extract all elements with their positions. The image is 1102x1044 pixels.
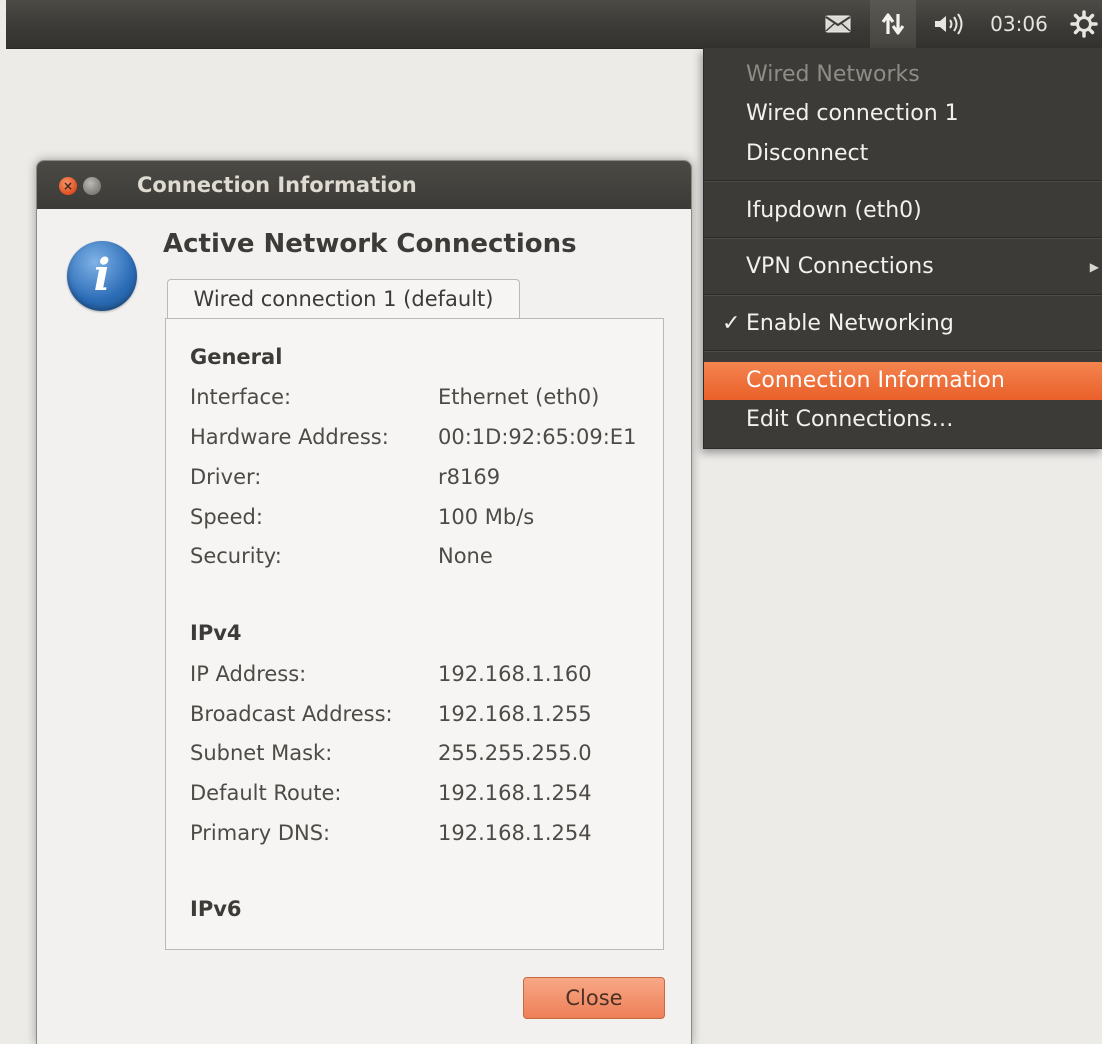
default-route-label: Default Route: (190, 781, 342, 805)
session-indicator[interactable] (1066, 0, 1102, 48)
primary-dns-label: Primary DNS: (190, 821, 331, 845)
subnet-mask-label: Subnet Mask: (190, 741, 333, 765)
network-menu: Wired Networks Wired connection 1 Discon… (703, 48, 1102, 449)
hardware-address-value: 00:1D:92:65:09:E1 (438, 425, 637, 449)
hardware-address-label: Hardware Address: (190, 425, 389, 449)
security-value: None (438, 544, 493, 568)
menu-item-enable-networking[interactable]: ✓ Enable Networking (704, 305, 1102, 343)
driver-label: Driver: (190, 465, 262, 489)
network-icon (881, 13, 905, 35)
menu-item-vpn-connections[interactable]: VPN Connections ▶ (704, 248, 1102, 286)
ip-address-value: 192.168.1.160 (438, 662, 592, 686)
close-x-icon: × (62, 179, 74, 193)
dialog-title: Connection Information (137, 173, 417, 197)
menu-separator (704, 180, 1102, 182)
section-ipv6-header: IPv6 (190, 897, 242, 921)
dialog-heading: Active Network Connections (163, 229, 577, 259)
dialog-titlebar[interactable]: × Connection Information (37, 161, 691, 209)
session-gear-icon (1070, 10, 1098, 38)
menu-item-disconnect[interactable]: Disconnect (704, 135, 1102, 173)
speed-value: 100 Mb/s (438, 505, 535, 529)
window-minimize-button[interactable] (83, 177, 101, 195)
section-general-header: General (190, 345, 283, 369)
menu-separator (704, 350, 1102, 352)
volume-icon (935, 13, 963, 35)
driver-value: r8169 (438, 465, 501, 489)
mail-indicator[interactable] (818, 0, 858, 48)
tab-wired-connection-1[interactable]: Wired connection 1 (default) (167, 279, 520, 318)
default-route-value: 192.168.1.254 (438, 781, 592, 805)
sound-indicator[interactable] (926, 0, 976, 48)
subnet-mask-value: 255.255.255.0 (438, 741, 592, 765)
network-indicator[interactable] (870, 0, 916, 48)
menu-item-enable-networking-label: Enable Networking (746, 311, 954, 336)
menu-item-wired-connection-1[interactable]: Wired connection 1 (704, 95, 1102, 133)
close-button[interactable]: Close (523, 977, 665, 1019)
primary-dns-value: 192.168.1.254 (438, 821, 592, 845)
interface-value: Ethernet (eth0) (438, 385, 600, 409)
mail-icon (825, 15, 851, 33)
clock[interactable]: 03:06 (986, 0, 1052, 48)
menu-header-wired-networks: Wired Networks (746, 62, 920, 87)
top-panel: 03:06 (6, 0, 1102, 49)
broadcast-address-label: Broadcast Address: (190, 702, 393, 726)
menu-separator (704, 294, 1102, 296)
menu-item-vpn-label: VPN Connections (746, 254, 934, 279)
interface-label: Interface: (190, 385, 292, 409)
security-label: Security: (190, 544, 282, 568)
menu-item-edit-connections[interactable]: Edit Connections… (704, 401, 1102, 439)
window-close-button[interactable]: × (59, 177, 77, 195)
connection-details-panel: General Interface: Ethernet (eth0) Hardw… (165, 318, 664, 950)
menu-item-ifupdown[interactable]: Ifupdown (eth0) (704, 192, 1102, 230)
info-icon: i (67, 241, 137, 311)
ip-address-label: IP Address: (190, 662, 307, 686)
connection-information-dialog: × Connection Information i Active Networ… (36, 160, 692, 1044)
broadcast-address-value: 192.168.1.255 (438, 702, 592, 726)
section-ipv4-header: IPv4 (190, 621, 242, 645)
submenu-arrow-icon: ▶ (1089, 260, 1099, 274)
speed-label: Speed: (190, 505, 263, 529)
checkmark-icon: ✓ (722, 311, 741, 336)
menu-separator (704, 237, 1102, 239)
menu-item-connection-information[interactable]: Connection Information (704, 362, 1102, 400)
